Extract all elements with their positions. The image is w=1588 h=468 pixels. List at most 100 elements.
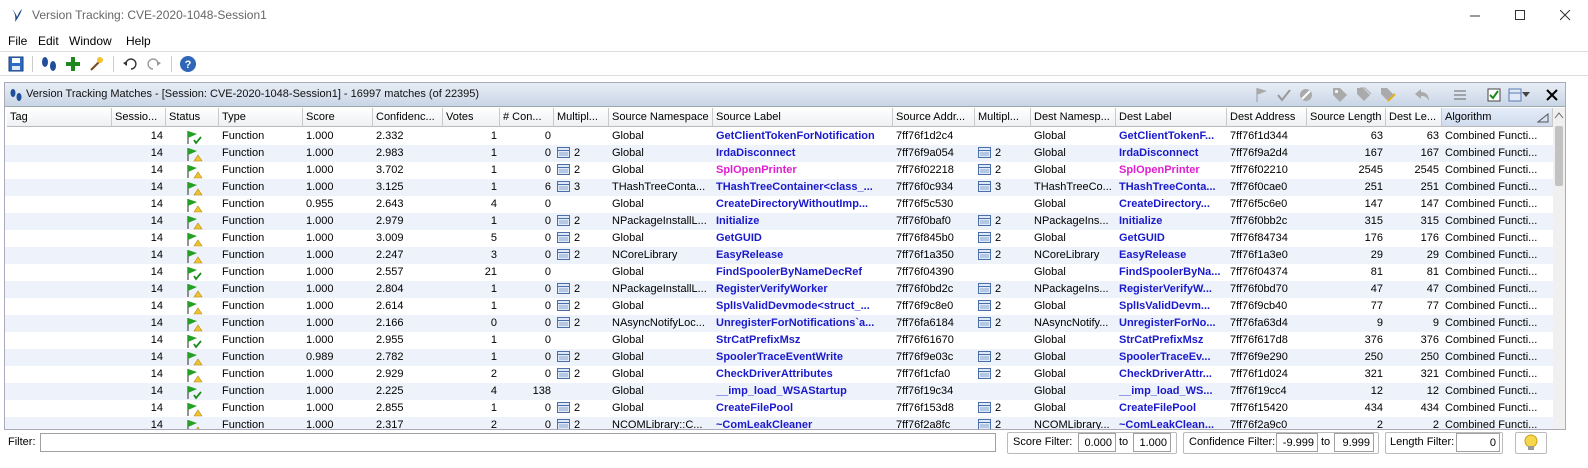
score-max-input[interactable] (1133, 433, 1171, 452)
menu-file[interactable]: File (8, 34, 27, 48)
cell-source-label[interactable]: GetGUID (713, 230, 893, 247)
table-row[interactable]: 14 Function 0.955 2.643 4 0 Global CreateDirect… (5, 196, 1553, 213)
cell-source-label[interactable]: GetClientTokenForNotification (713, 128, 893, 145)
cell-source-label[interactable]: UnregisterForNotifications`a... (713, 315, 893, 332)
column-header-score[interactable]: Score (303, 108, 373, 127)
cell-source-label[interactable]: ~ComLeakCleaner (713, 417, 893, 429)
menu-help[interactable]: Help (126, 34, 151, 48)
cell-source-label[interactable]: RegisterVerifyWorker (713, 281, 893, 298)
cell-dest-label[interactable]: GetClientTokenF... (1116, 128, 1227, 145)
cell-source-label[interactable]: EasyRelease (713, 247, 893, 264)
table-row[interactable]: 14 Function 1.000 3.009 5 0 2 Global GetGUID 7ff7… (5, 230, 1553, 247)
apply-all-markup-button[interactable] (1355, 86, 1373, 104)
select-checkbox-button[interactable] (1485, 86, 1503, 104)
cell-dest-label[interactable]: UnregisterForNo... (1116, 315, 1227, 332)
table-row[interactable]: 14 Function 1.000 2.804 1 0 2 NPackageInstallL.… (5, 281, 1553, 298)
vertical-scrollbar[interactable] (1553, 108, 1565, 429)
redo-button[interactable] (145, 55, 163, 73)
tag-flag-button[interactable] (1253, 86, 1271, 104)
cell-dest-label[interactable]: EasyRelease (1116, 247, 1227, 264)
add-session-button[interactable] (64, 55, 82, 73)
save-button[interactable] (7, 55, 25, 73)
menu-window[interactable]: Window (69, 34, 112, 48)
table-row[interactable]: 14 Function 1.000 2.983 1 0 2 Global IrdaDisconn… (5, 145, 1553, 162)
scrollbar-thumb[interactable] (1555, 126, 1563, 186)
column-header-confidence[interactable]: Confidenc... (373, 108, 443, 127)
column-header-conflicts[interactable]: # Con... (500, 108, 554, 127)
cell-source-label[interactable]: FindSpoolerByNameDecRef (713, 264, 893, 281)
table-row[interactable]: 14 Function 1.000 3.702 1 0 2 Global SplOpenPrin… (5, 162, 1553, 179)
column-header-dest-address[interactable]: Dest Address (1227, 108, 1307, 127)
column-header-tag[interactable]: Tag (7, 108, 112, 127)
apply-options-button[interactable] (1379, 86, 1397, 104)
cell-dest-label[interactable]: IrdaDisconnect (1116, 145, 1227, 162)
table-row[interactable]: 14 Function 1.000 2.557 21 0 Global FindSpooler… (5, 264, 1553, 281)
cell-source-label[interactable]: CreateFilePool (713, 400, 893, 417)
close-panel-button[interactable] (1543, 86, 1561, 104)
column-header-source-address[interactable]: Source Addr... (893, 108, 975, 127)
list-view-button[interactable] (1451, 86, 1469, 104)
table-row[interactable]: 14 Function 1.000 2.166 0 0 2 NAsyncNotifyLoc..… (5, 315, 1553, 332)
cell-dest-label[interactable]: SplOpenPrinter (1116, 162, 1227, 179)
confidence-min-input[interactable] (1276, 433, 1318, 452)
menu-edit[interactable]: Edit (38, 34, 59, 48)
cell-source-label[interactable]: __imp_load_WSAStartup (713, 383, 893, 400)
score-min-input[interactable] (1078, 433, 1116, 452)
table-row[interactable]: 14 Function 0.989 2.782 1 0 2 Global SpoolerTrac… (5, 349, 1553, 366)
column-header-session[interactable]: Sessio... (112, 108, 166, 127)
maximize-button[interactable] (1498, 0, 1542, 31)
cell-dest-label[interactable]: ~ComLeakClean... (1116, 417, 1227, 429)
footprints-button[interactable] (40, 55, 58, 73)
cell-dest-label[interactable]: StrCatPrefixMsz (1116, 332, 1227, 349)
cell-source-label[interactable]: CreateDirectoryWithoutImp... (713, 196, 893, 213)
undo-button[interactable] (121, 55, 139, 73)
column-header-source-label[interactable]: Source Label (713, 108, 893, 127)
table-row[interactable]: 14 Function 1.000 2.929 2 0 2 Global CheckDriver… (5, 366, 1553, 383)
cell-dest-label[interactable]: GetGUID (1116, 230, 1227, 247)
column-header-source-multiple[interactable]: Multipl... (554, 108, 609, 127)
cell-source-label[interactable]: SplOpenPrinter (713, 162, 893, 179)
cell-source-label[interactable]: IrdaDisconnect (713, 145, 893, 162)
cell-source-label[interactable]: Initialize (713, 213, 893, 230)
apply-markup-button[interactable] (1331, 86, 1349, 104)
close-window-button[interactable] (1542, 0, 1588, 31)
column-header-status[interactable]: Status (166, 108, 219, 127)
column-header-source-namespace[interactable]: Source Namespace (609, 108, 713, 127)
ancillary-filter-button[interactable] (1515, 432, 1547, 454)
cell-source-label[interactable]: CheckDriverAttributes (713, 366, 893, 383)
minimize-button[interactable] (1452, 0, 1498, 31)
column-header-dest-multiple[interactable]: Multipl... (975, 108, 1031, 127)
help-button[interactable]: ? (179, 55, 197, 73)
length-input[interactable] (1456, 433, 1500, 452)
table-row[interactable]: 14 Function 1.000 2.247 3 0 2 NCoreLibrary EasyR… (5, 247, 1553, 264)
cell-dest-label[interactable]: CreateFilePool (1116, 400, 1227, 417)
table-row[interactable]: 14 Function 1.000 2.225 4 138 Global __imp_load… (5, 383, 1553, 400)
table-row[interactable]: 14 Function 1.000 2.979 1 0 2 NPackageInstallL.… (5, 213, 1553, 230)
table-row[interactable]: 14 Function 1.000 2.614 1 0 2 Global SplIsValidD… (5, 298, 1553, 315)
table-row[interactable]: 14 Function 1.000 2.317 2 0 2 NCOMLibrary::C...… (5, 417, 1553, 429)
cell-source-label[interactable]: SpoolerTraceEventWrite (713, 349, 893, 366)
cell-dest-label[interactable]: CreateDirectory... (1116, 196, 1227, 213)
cell-source-label[interactable]: THashTreeContainer<class_... (713, 179, 893, 196)
wizard-button[interactable] (87, 55, 105, 73)
cell-dest-label[interactable]: CheckDriverAttr... (1116, 366, 1227, 383)
cell-dest-label[interactable]: SplIsValidDevm... (1116, 298, 1227, 315)
cell-dest-label[interactable]: THashTreeConta... (1116, 179, 1227, 196)
cell-dest-label[interactable]: RegisterVerifyW... (1116, 281, 1227, 298)
cell-dest-label[interactable]: __imp_load_WS... (1116, 383, 1227, 400)
table-row[interactable]: 14 Function 1.000 3.125 1 6 3 THashTreeConta...… (5, 179, 1553, 196)
filter-input[interactable] (40, 433, 996, 452)
reject-match-button[interactable] (1297, 86, 1315, 104)
column-header-source-length[interactable]: Source Length (1307, 108, 1386, 127)
confidence-max-input[interactable] (1334, 433, 1374, 452)
cell-dest-label[interactable]: FindSpoolerByNa... (1116, 264, 1227, 281)
table-row[interactable]: 14 Function 1.000 2.855 1 0 2 Global CreateFileP… (5, 400, 1553, 417)
scroll-up-icon[interactable] (1553, 111, 1565, 121)
cell-dest-label[interactable]: Initialize (1116, 213, 1227, 230)
table-row[interactable]: 14 Function 1.000 2.955 1 0 Global StrCatPrefix… (5, 332, 1553, 349)
cell-source-label[interactable]: SplIsValidDevmode<struct_... (713, 298, 893, 315)
cell-dest-label[interactable]: SpoolerTraceEv... (1116, 349, 1227, 366)
column-header-dest-namespace[interactable]: Dest Namesp... (1031, 108, 1116, 127)
table-row[interactable]: 14 Function 1.000 2.332 1 0 Global GetClientTok… (5, 128, 1553, 145)
column-header-dest-label[interactable]: Dest Label (1116, 108, 1227, 127)
